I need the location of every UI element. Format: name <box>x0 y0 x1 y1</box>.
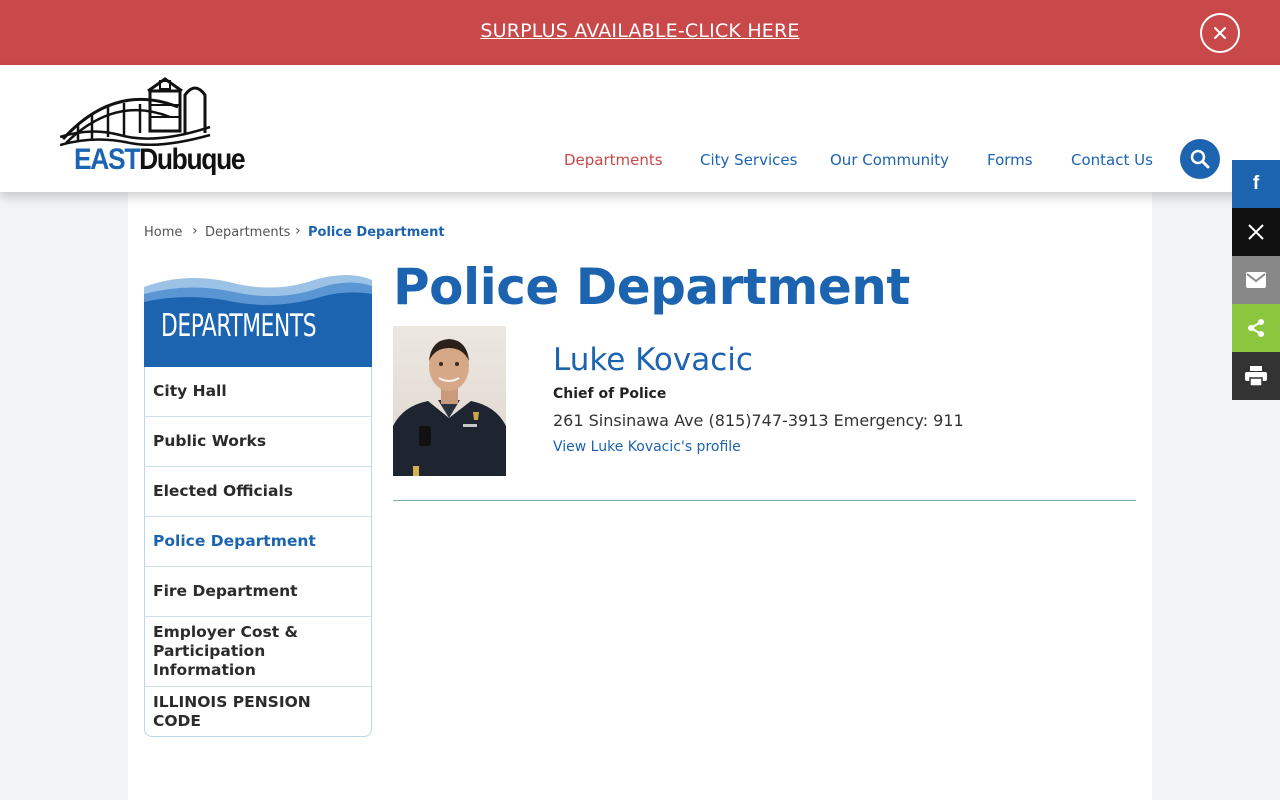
sidebar-item-fire-department[interactable]: Fire Department <box>145 566 371 616</box>
logo-east: EAST <box>74 143 140 176</box>
share-icon <box>1248 319 1264 337</box>
logo-wordmark: EASTDubuque <box>74 143 246 177</box>
sidebar-header: DEPARTMENTS <box>144 272 372 367</box>
sidebar-item-label: Fire Department <box>153 582 298 600</box>
sidebar-item-label: Employer Cost & Participation Informatio… <box>153 623 299 679</box>
share-facebook-button[interactable]: f <box>1232 160 1280 208</box>
print-icon <box>1245 366 1267 386</box>
sidebar-item-label: Public Works <box>153 432 267 450</box>
staff-contact: 261 Sinsinawa Ave (815)747-3913 Emergenc… <box>553 411 964 430</box>
breadcrumb-separator: › <box>192 223 198 239</box>
sidebar-title: DEPARTMENTS <box>161 308 317 344</box>
sidebar-item-label: Police Department <box>153 532 316 550</box>
sidebar-item-city-hall[interactable]: City Hall <box>145 367 371 416</box>
share-sharethis-button[interactable] <box>1232 304 1280 352</box>
sidebar-item-police-department[interactable]: Police Department <box>145 516 371 566</box>
sidebar-item-label: Elected Officials <box>153 482 293 500</box>
alert-close-button[interactable] <box>1200 13 1240 53</box>
sidebar-item-employer-cost[interactable]: Employer Cost & Participation Informatio… <box>145 616 371 686</box>
staff-profile-link[interactable]: View Luke Kovacic's profile <box>553 439 741 455</box>
nav-forms[interactable]: Forms <box>987 151 1033 171</box>
section-divider <box>393 500 1136 501</box>
logo-dubuque: Dubuque <box>139 143 245 176</box>
site-header: EASTDubuque Departments City Services Ou… <box>0 65 1280 192</box>
sidebar-item-label: ILLINOIS PENSION CODE <box>153 692 311 730</box>
email-icon <box>1246 272 1266 288</box>
site-logo[interactable]: EASTDubuque <box>60 77 246 183</box>
surplus-alert-link[interactable]: SURPLUS AVAILABLE-CLICK HERE <box>0 20 1280 42</box>
person-photo-illustration <box>393 339 506 476</box>
main-content: Home › Departments › Police Department D… <box>128 192 1152 800</box>
alert-banner: SURPLUS AVAILABLE-CLICK HERE <box>0 0 1280 65</box>
search-button[interactable] <box>1180 139 1220 179</box>
sidebar-item-illinois-pension-code[interactable]: ILLINOIS PENSION CODE <box>145 686 371 736</box>
nav-our-community[interactable]: Our Community <box>830 151 949 171</box>
share-x-button[interactable] <box>1232 208 1280 256</box>
sidebar-list: City Hall Public Works Elected Officials… <box>144 367 372 737</box>
breadcrumb-departments[interactable]: Departments <box>205 225 290 240</box>
share-print-button[interactable] <box>1232 352 1280 400</box>
nav-city-services[interactable]: City Services <box>700 151 797 171</box>
close-icon <box>1214 27 1226 39</box>
sidebar-item-label: City Hall <box>153 382 227 400</box>
sidebar: DEPARTMENTS City Hall Public Works Elect… <box>144 272 372 737</box>
sidebar-item-public-works[interactable]: Public Works <box>145 416 371 466</box>
staff-name: Luke Kovacic <box>553 342 753 378</box>
staff-photo <box>393 326 506 476</box>
nav-contact-us[interactable]: Contact Us <box>1071 151 1153 171</box>
sidebar-item-elected-officials[interactable]: Elected Officials <box>145 466 371 516</box>
share-email-button[interactable] <box>1232 256 1280 304</box>
page-title: Police Department <box>393 258 910 316</box>
breadcrumb-separator: › <box>295 223 301 239</box>
facebook-icon: f <box>1252 173 1260 194</box>
search-icon <box>1190 149 1210 169</box>
breadcrumb-home[interactable]: Home <box>144 225 182 240</box>
breadcrumb-current: Police Department <box>308 225 445 240</box>
staff-role: Chief of Police <box>553 386 667 402</box>
x-icon <box>1248 224 1264 240</box>
nav-departments[interactable]: Departments <box>564 151 663 171</box>
